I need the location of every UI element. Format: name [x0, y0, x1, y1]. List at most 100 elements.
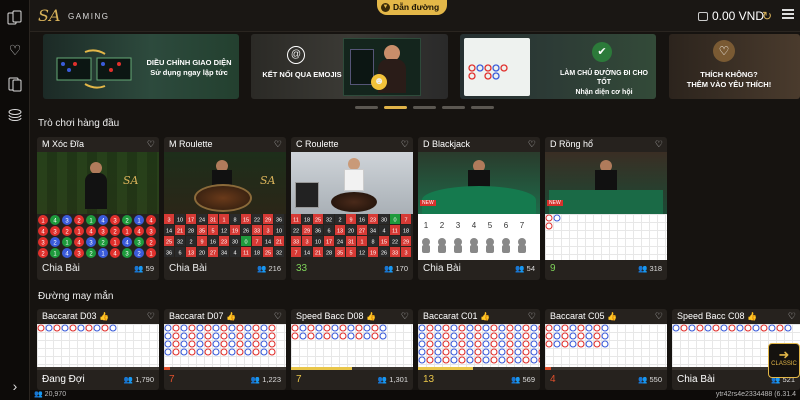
result-mark	[244, 348, 252, 356]
game-card[interactable]: M Xóc Đĩa ♡ SA 14321432144321432143321432…	[37, 137, 159, 280]
result-mark	[530, 348, 538, 356]
favorites-heart-icon[interactable]: ♡	[7, 42, 23, 58]
heart-icon[interactable]: ♡	[401, 137, 409, 152]
game-card[interactable]: D Blackjack ♡ NEW 1 2 3 4 5 6 7 Chia Bài 👥 54	[418, 137, 540, 280]
chips-stack-icon[interactable]	[7, 108, 23, 124]
result-mark	[164, 348, 172, 356]
result-mark	[442, 356, 450, 364]
baccarat-table-card[interactable]: Baccarat D07 👍 ♡ 7 👥 1,223	[164, 309, 286, 390]
result-mark	[244, 324, 252, 332]
top-bar: SA GAMING ▼ Dẫn đường 0.00 VND ↻	[30, 0, 800, 32]
result-mark	[291, 332, 299, 340]
result-mark	[331, 324, 339, 332]
result-mark	[506, 324, 514, 332]
result-mark	[228, 348, 236, 356]
baccarat-table-card[interactable]: Baccarat C01 👍 ♡ 13 👥 569	[418, 309, 540, 390]
banner-emojis[interactable]: KẾT NỐI QUA EMOJIS @ ☻	[251, 34, 448, 99]
result-mark	[236, 332, 244, 340]
result-mark	[244, 340, 252, 348]
result-mark	[561, 332, 569, 340]
carousel-dot[interactable]	[413, 106, 436, 109]
result-mark	[506, 348, 514, 356]
result-mark	[458, 340, 466, 348]
heart-icon[interactable]: ♡	[528, 309, 536, 324]
player-count: 👥 569	[511, 375, 535, 384]
carousel-dot[interactable]	[384, 106, 407, 109]
result-mark	[188, 332, 196, 340]
heart-icon[interactable]: ♡	[788, 309, 796, 324]
carousel-dot[interactable]	[442, 106, 465, 109]
expand-chevron-icon[interactable]: ›	[7, 378, 23, 394]
baccarat-table-card[interactable]: Speed Bacc D08 👍 ♡ 7 👥 1,301	[291, 309, 413, 390]
refresh-icon[interactable]: ↻	[762, 9, 772, 23]
banner-customize[interactable]: DIỀU CHỈNH GIAO DIỆN Sử dụng ngay lập tức	[43, 34, 239, 99]
result-mark	[212, 340, 220, 348]
heart-icon[interactable]: ♡	[528, 137, 536, 152]
heart-icon[interactable]: ♡	[655, 137, 663, 152]
banner-favorite[interactable]: ♡ THÍCH KHÔNG? THÊM VÀO YÊU THÍCH!	[669, 34, 800, 99]
game-title: M Xóc Đĩa ♡	[37, 137, 159, 152]
table-title-text: Baccarat C05	[550, 311, 605, 321]
game-footer: 9 👥 318	[545, 260, 667, 278]
game-title: D Blackjack ♡	[418, 137, 540, 152]
result-mark	[196, 340, 204, 348]
at-icon: @	[287, 46, 305, 64]
result-mark	[438, 245, 446, 253]
result-mark	[347, 332, 355, 340]
result-mark	[752, 324, 760, 332]
result-mark	[482, 356, 490, 364]
heart-icon[interactable]: ♡	[401, 309, 409, 324]
heart-icon[interactable]: ♡	[147, 137, 155, 152]
game-card[interactable]: M Roulette ♡ SA 3 10 17 24 31 1 8 15 22 29 36 14 21 28…	[164, 137, 286, 280]
result-mark	[454, 245, 462, 253]
heart-icon[interactable]: ♡	[147, 309, 155, 324]
result-mark: 1	[424, 221, 429, 230]
carousel-dot[interactable]	[355, 106, 378, 109]
game-footer: Chia Bài 👥 59	[37, 260, 159, 278]
baccarat-table-card[interactable]: Baccarat C05 👍 ♡ 4 👥 550	[545, 309, 667, 390]
result-mark	[188, 340, 196, 348]
result-mark: 3	[456, 221, 461, 230]
result-mark: 31	[210, 218, 216, 224]
result-mark: 5	[211, 229, 214, 235]
heart-icon[interactable]: ♡	[274, 137, 282, 152]
result-mark	[220, 324, 228, 332]
table-footer: 13 👥 569	[418, 370, 540, 390]
favorite-heart-icon: ♡	[713, 40, 735, 62]
result-mark	[422, 238, 430, 246]
result-mark	[569, 332, 577, 340]
result-mark: 7	[520, 221, 525, 230]
result-mark: 6	[504, 221, 509, 230]
hamburger-menu-icon[interactable]	[782, 9, 794, 19]
result-mark	[474, 348, 482, 356]
game-card[interactable]: D Rồng hổ ♡ NEW 9 👥 318	[545, 137, 667, 280]
result-mark	[553, 332, 561, 340]
heart-icon[interactable]: ♡	[655, 309, 663, 324]
result-mark	[339, 332, 347, 340]
classic-mode-button[interactable]: ➜ CLASSIC	[768, 343, 800, 378]
result-mark	[490, 324, 498, 332]
banner-roads[interactable]: ✔ LÀM CHỦ ĐƯỜNG ĐI CHO TỐT Nhận diện cơ h…	[460, 34, 656, 99]
result-mark	[506, 332, 514, 340]
guide-button[interactable]: ▼ Dẫn đường	[377, 0, 448, 15]
result-mark: 10	[315, 240, 321, 246]
result-mark	[220, 348, 228, 356]
result-mark	[593, 324, 601, 332]
result-mark	[85, 324, 93, 332]
carousel-dot[interactable]	[471, 106, 494, 109]
result-mark: 17	[188, 218, 194, 224]
result-mark	[422, 245, 430, 253]
result-mark: 3	[404, 251, 407, 257]
result-mark: 28	[188, 229, 194, 235]
heart-icon[interactable]: ♡	[274, 309, 282, 324]
baccarat-table-card[interactable]: Baccarat D03 👍 ♡ Đang Đợi 👥 1,790	[37, 309, 159, 390]
result-mark: 10	[276, 229, 282, 235]
result-mark	[93, 324, 101, 332]
banner-emojis-text: KẾT NỐI QUA EMOJIS	[262, 70, 342, 79]
result-mark	[438, 238, 446, 246]
result-mark: 36	[276, 218, 282, 224]
result-mark: 16	[359, 218, 365, 224]
playing-cards-icon[interactable]	[7, 76, 23, 92]
game-card[interactable]: C Roulette ♡ 11 18 25 32 2 9 16 23 30 0 7 22 29 36 6 13 2…	[291, 137, 413, 280]
cards-logo-icon[interactable]	[7, 10, 23, 26]
